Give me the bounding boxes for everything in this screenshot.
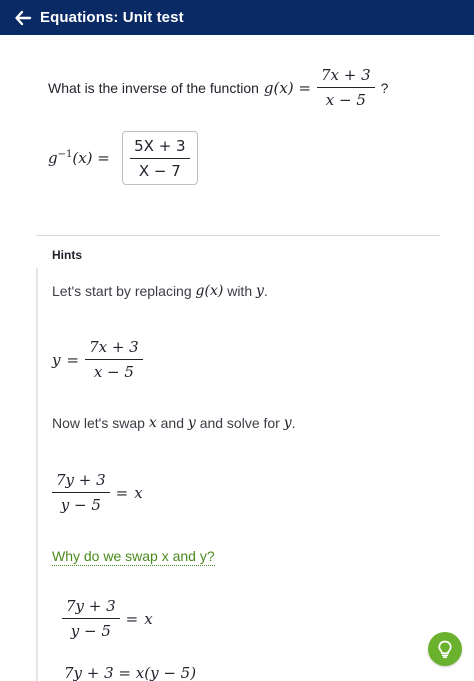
hint-text: . [291, 415, 296, 431]
hints-rail [36, 268, 38, 681]
hint-math: y [256, 283, 264, 299]
hint-step-2: Now let's swap x and y and solve for y. [52, 415, 296, 431]
eq-fraction: 7y + 3 y − 5 [52, 471, 110, 514]
question-prompt: What is the inverse of the function [48, 79, 259, 96]
eq-denominator: y − 5 [60, 496, 101, 514]
question-function: g(x) = 7x + 3 x − 5 [264, 66, 375, 109]
hint-equation-2: 7y + 3 y − 5 = x [52, 471, 143, 514]
hint-math: y [283, 415, 292, 431]
answer-denominator: X − 7 [138, 161, 181, 180]
hint-math: y [187, 415, 196, 431]
eq-fraction: 7x + 3 x − 5 [85, 338, 143, 381]
hint-equation-4: 7y + 3 = x(y − 5) [64, 664, 197, 681]
hint-text: with [227, 283, 253, 299]
page-title: Equations: Unit test [40, 9, 184, 26]
hint-button[interactable] [428, 632, 462, 666]
eq-numerator: 7x + 3 [85, 338, 143, 360]
eq-numerator: 7y + 3 [52, 471, 110, 493]
arrow-left-icon [15, 10, 32, 25]
eq-rhs: x [144, 609, 153, 628]
answer-fraction: 5X + 3 X − 7 [130, 137, 190, 180]
hint-text: and [160, 415, 184, 431]
function-fraction: 7x + 3 x − 5 [317, 66, 375, 109]
inverse-function-label: g−1(x) = [48, 149, 110, 167]
question-mark: ? [380, 79, 389, 96]
eq-numerator: 7y + 3 [62, 597, 120, 619]
top-bar: Equations: Unit test [0, 0, 474, 35]
hint-text: . [263, 283, 268, 299]
function-lhs: g(x) = [263, 78, 311, 97]
hint-equation-3: 7y + 3 y − 5 = x [62, 597, 153, 640]
hint-text: Let's start by replacing [52, 283, 192, 299]
hint-math: x [148, 415, 157, 431]
eq-op: = [125, 609, 139, 628]
answer-input[interactable]: 5X + 3 X − 7 [121, 131, 198, 185]
hint-text: and solve for [199, 415, 280, 431]
back-button[interactable] [12, 7, 34, 29]
function-numerator: 7x + 3 [317, 66, 375, 88]
answer-row: g−1(x) = 5X + 3 X − 7 [48, 131, 198, 185]
answer-numerator: 5X + 3 [130, 137, 190, 159]
eq-fraction: 7y + 3 y − 5 [62, 597, 120, 640]
inverse-args: (x) = [72, 149, 110, 167]
eq-denominator: y − 5 [70, 622, 111, 640]
inverse-exponent: −1 [57, 149, 73, 160]
hint-step-1: Let's start by replacing g(x) with y. [52, 283, 268, 299]
hint-math: g(x) [195, 283, 224, 299]
eq-op: = [66, 350, 80, 369]
hint-equation-1: y = 7x + 3 x − 5 [52, 338, 143, 381]
lightbulb-icon [438, 640, 452, 659]
why-swap-link[interactable]: Why do we swap x and y? [52, 548, 215, 566]
eq-op: = [115, 483, 129, 502]
eq-rhs: x [134, 483, 143, 502]
function-denominator: x − 5 [325, 91, 366, 109]
question-text: What is the inverse of the function g(x)… [48, 66, 388, 109]
section-divider [36, 235, 440, 236]
hint-text: Now let's swap [52, 415, 145, 431]
hints-label: Hints [52, 248, 82, 262]
inverse-base: g [48, 149, 58, 167]
eq-denominator: x − 5 [93, 363, 134, 381]
eq-lhs: y [52, 350, 61, 369]
